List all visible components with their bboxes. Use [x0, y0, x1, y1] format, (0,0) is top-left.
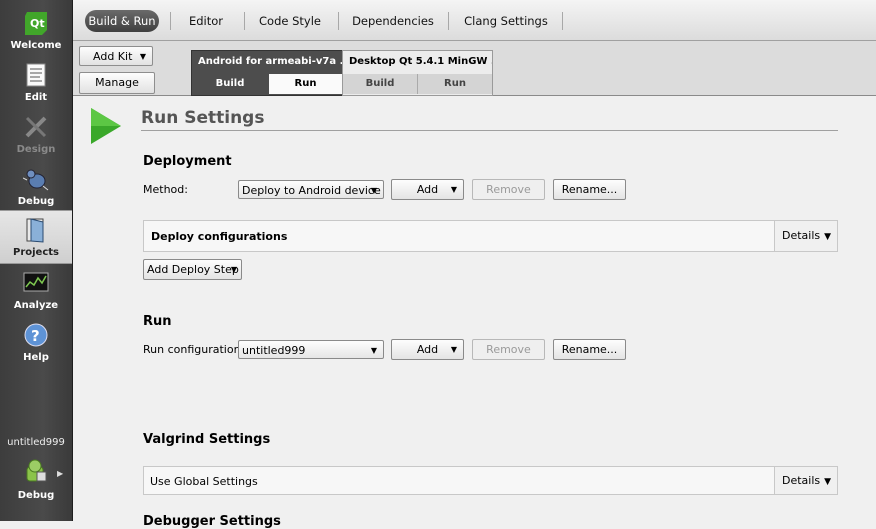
chevron-down-icon: ▼ [450, 185, 457, 194]
chevron-down-icon: ▼ [230, 265, 237, 274]
valgrind-heading: Valgrind Settings [143, 432, 271, 447]
design-tools-icon [25, 116, 47, 138]
deployment-heading: Deployment [143, 154, 232, 169]
bug-icon [23, 169, 49, 191]
mode-analyze[interactable]: Analyze [0, 264, 72, 316]
valgrind-settings-panel: Use Global Settings Details ▼ [143, 466, 838, 495]
svg-text:?: ? [31, 327, 40, 345]
tab-separator [170, 12, 171, 30]
mode-label: Edit [24, 92, 48, 103]
kit-android-build-tab[interactable]: Build [192, 74, 268, 94]
add-deploy-step-label: Add Deploy Step [147, 263, 239, 276]
chevron-down-icon: ▼ [370, 186, 377, 195]
tab-separator [338, 12, 339, 30]
tab-separator [448, 12, 449, 30]
deploy-details-button[interactable]: Details ▼ [774, 221, 837, 251]
chevron-down-icon: ▼ [139, 52, 146, 61]
tab-separator [244, 12, 245, 30]
chevron-down-icon: ▼ [824, 477, 832, 487]
tab-editor[interactable]: Editor [179, 10, 233, 32]
kit-android-run-tab[interactable]: Run [269, 74, 342, 94]
debugger-heading: Debugger Settings [143, 514, 281, 529]
mode-label: Design [16, 144, 56, 155]
kit-desktop-run-tab[interactable]: Run [418, 74, 492, 94]
valgrind-details-button[interactable]: Details ▼ [774, 467, 837, 494]
project-settings-tabbar: Build & Run Editor Code Style Dependenci… [73, 0, 876, 41]
add-deploy-step-button[interactable]: Add Deploy Step ▼ [143, 259, 242, 280]
tab-separator [562, 12, 563, 30]
run-remove-button[interactable]: Remove [472, 339, 545, 360]
kit-android[interactable]: Android for armeabi-v7a ... Build Run [191, 50, 343, 96]
mode-design[interactable]: Design [0, 108, 72, 160]
deploy-rename-button[interactable]: Rename... [553, 179, 626, 200]
add-kit-button[interactable]: Add Kit ▼ [79, 46, 153, 66]
run-rename-button[interactable]: Rename... [553, 339, 626, 360]
analyze-screen-icon [23, 272, 49, 292]
run-configuration-value: untitled999 [242, 344, 306, 357]
mode-label: Help [23, 352, 49, 363]
kit-target-arrow-icon: ▶ [57, 469, 64, 478]
projects-icon [26, 218, 44, 243]
deploy-remove-button[interactable]: Remove [472, 179, 545, 200]
chevron-down-icon: ▼ [450, 345, 457, 354]
run-configuration-combobox[interactable]: untitled999 ▼ [238, 340, 384, 359]
mode-edit[interactable]: Edit [0, 56, 72, 108]
tab-clang-settings[interactable]: Clang Settings [461, 10, 551, 32]
title-divider [141, 130, 838, 131]
mode-label: Analyze [13, 300, 59, 311]
deploy-method-value: Deploy to Android device [242, 184, 381, 197]
manage-kits-button[interactable]: Manage Kits... [79, 72, 155, 109]
mode-projects[interactable]: Projects [0, 210, 72, 264]
deploy-configurations-panel: Deploy configurations Details ▼ [143, 220, 838, 252]
run-play-icon [91, 108, 121, 144]
valgrind-settings-value: Use Global Settings [150, 475, 258, 488]
run-settings-panel: Run Settings Deployment Method: Deploy t… [73, 96, 876, 529]
deploy-configurations-title: Deploy configurations [151, 230, 288, 243]
qt-logo-icon: Qt [25, 12, 47, 35]
add-kit-label: Add Kit [93, 50, 133, 63]
kit-name: Android for armeabi-v7a ... [198, 56, 342, 67]
kit-target-mode: Debug [17, 490, 55, 501]
mode-help[interactable]: ? Help [0, 316, 72, 368]
kit-target-selector[interactable]: ▶ Debug [0, 452, 72, 504]
mode-debug[interactable]: Debug [0, 160, 72, 212]
deploy-method-combobox[interactable]: Deploy to Android device ▼ [238, 180, 384, 199]
page-title: Run Settings [141, 108, 265, 128]
run-add-button[interactable]: Add ▼ [391, 339, 464, 360]
mode-label: Projects [12, 247, 59, 258]
document-icon [26, 63, 46, 87]
tab-build-run[interactable]: Build & Run [85, 10, 159, 32]
mode-sidebar: Qt Welcome Edit Design Debug Projects An… [0, 0, 73, 521]
kit-name: Desktop Qt 5.4.1 MinGW ... [349, 56, 492, 67]
deploy-add-label: Add [416, 183, 439, 196]
run-heading: Run [143, 314, 172, 329]
chevron-down-icon: ▼ [370, 346, 377, 355]
deploy-add-button[interactable]: Add ▼ [391, 179, 464, 200]
details-label: Details [782, 229, 821, 242]
chevron-down-icon: ▼ [824, 232, 832, 242]
kit-desktop[interactable]: Desktop Qt 5.4.1 MinGW ... Build Run [342, 50, 493, 96]
kit-selector-bar: Add Kit ▼ Manage Kits... Android for arm… [73, 41, 876, 109]
kit-desktop-build-tab[interactable]: Build [343, 74, 418, 94]
tab-code-style[interactable]: Code Style [255, 10, 325, 32]
method-label: Method: [143, 183, 188, 196]
run-add-label: Add [416, 343, 439, 356]
run-configuration-label: Run configuration: [143, 343, 245, 356]
help-icon: ? [24, 323, 48, 347]
details-label: Details [782, 474, 821, 487]
mode-label: Debug [17, 196, 55, 207]
tab-dependencies[interactable]: Dependencies [350, 10, 436, 32]
svg-text:Qt: Qt [30, 17, 45, 30]
android-kit-icon [26, 459, 47, 482]
kit-target-project-name: untitled999 [7, 437, 65, 448]
mode-welcome[interactable]: Qt Welcome [0, 4, 72, 56]
mode-label: Welcome [10, 40, 62, 51]
